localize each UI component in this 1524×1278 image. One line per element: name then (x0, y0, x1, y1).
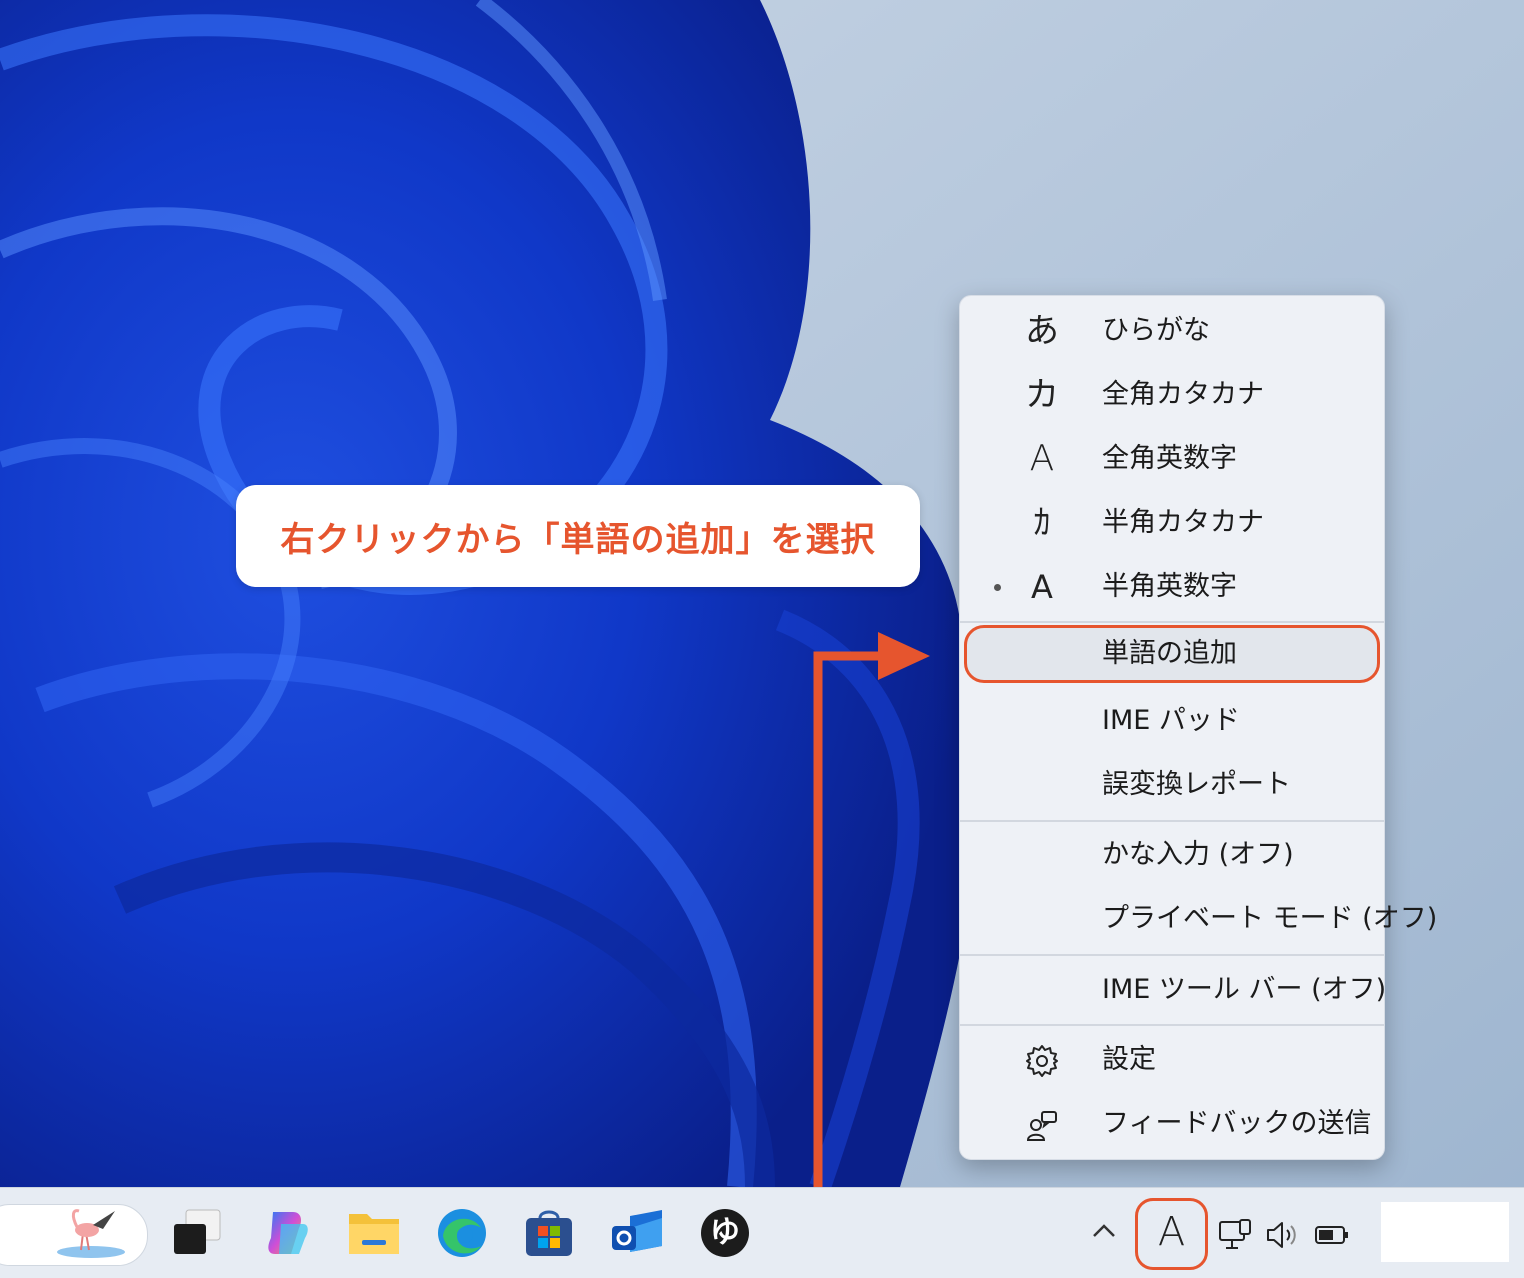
ime-context-menu: あ ひらがな カ 全角カタカナ A 全角英数字 ｶ 半角カタカナ A 半角英数字… (959, 295, 1437, 1160)
flamingo-icon (57, 1209, 125, 1258)
feedback-icon (1025, 1096, 1059, 1152)
yu-app-icon[interactable]: ゆ (698, 1206, 752, 1260)
fullwidth-a-icon: A (1029, 438, 1055, 479)
halfwidth-katakana-icon: ｶ (1033, 503, 1051, 543)
menu-item-add-word[interactable]: 単語の追加 (960, 626, 1384, 682)
menu-item-ime-toolbar[interactable]: IME ツール バー (オフ) (960, 962, 1387, 1018)
menu-separator (960, 820, 1384, 822)
menu-item-label: かな入力 (オフ) (1102, 839, 1294, 870)
taskbar: ゆ A (0, 1187, 1524, 1278)
menu-item-halfwidth-alphanumeric[interactable]: A 半角英数字 (960, 559, 1384, 615)
menu-separator (960, 954, 1384, 956)
menu-item-halfwidth-katakana[interactable]: ｶ 半角カタカナ (960, 495, 1384, 551)
katakana-icon: カ (1025, 375, 1059, 415)
callout-text: 右クリックから「単語の追加」を選択 (280, 519, 876, 560)
menu-item-label: プライベート モード (オフ) (1102, 903, 1438, 934)
gear-icon (1025, 1032, 1059, 1088)
menu-item-label: ひらがな (1102, 315, 1210, 346)
menu-separator (960, 1024, 1384, 1026)
menu-item-private-mode[interactable]: プライベート モード (オフ) (960, 891, 1437, 947)
edge-icon[interactable] (435, 1206, 489, 1260)
menu-item-kana-input[interactable]: かな入力 (オフ) (960, 827, 1384, 883)
menu-item-fullwidth-alphanumeric[interactable]: A 全角英数字 (960, 431, 1384, 487)
menu-separator (960, 621, 1384, 623)
outlook-icon[interactable] (610, 1206, 664, 1260)
selected-bullet-icon (994, 584, 1001, 591)
menu-item-misconversion-report[interactable]: 誤変換レポート (960, 757, 1384, 813)
microsoft-store-icon[interactable] (522, 1206, 576, 1260)
menu-item-label: 半角英数字 (1102, 571, 1237, 602)
network-icon[interactable] (1218, 1218, 1252, 1256)
yu-app-glyph: ゆ (710, 1215, 740, 1250)
ime-mode-label: A (1157, 1209, 1186, 1255)
halfwidth-a-icon: A (1031, 568, 1053, 606)
clock-area-redacted[interactable] (1381, 1202, 1509, 1262)
show-hidden-icons-chevron[interactable] (1091, 1218, 1117, 1248)
menu-item-label: IME パッド (1102, 705, 1240, 736)
volume-icon[interactable] (1264, 1218, 1300, 1256)
menu-item-hiragana[interactable]: あ ひらがな (960, 303, 1384, 359)
menu-item-send-feedback[interactable]: フィードバックの送信 (960, 1096, 1384, 1152)
widgets-button[interactable] (0, 1204, 148, 1266)
menu-item-label: フィードバックの送信 (1102, 1108, 1372, 1139)
task-view-icon[interactable] (172, 1206, 226, 1260)
instruction-callout: 右クリックから「単語の追加」を選択 (236, 485, 920, 587)
menu-item-label: 誤変換レポート (1102, 769, 1291, 800)
menu-item-fullwidth-katakana[interactable]: カ 全角カタカナ (960, 367, 1384, 423)
ime-mode-indicator[interactable]: A (1135, 1198, 1208, 1270)
menu-item-settings[interactable]: 設定 (960, 1032, 1384, 1088)
battery-icon[interactable] (1314, 1218, 1350, 1256)
menu-item-ime-pad[interactable]: IME パッド (960, 693, 1384, 749)
hiragana-icon: あ (1025, 311, 1059, 351)
menu-item-label: 全角カタカナ (1102, 379, 1264, 410)
copilot-icon[interactable] (259, 1206, 313, 1260)
file-explorer-icon[interactable] (347, 1206, 401, 1260)
menu-item-label: 全角英数字 (1102, 443, 1237, 474)
menu-item-label: IME ツール バー (オフ) (1102, 974, 1387, 1005)
menu-item-label: 単語の追加 (1102, 638, 1237, 669)
menu-item-label: 設定 (1102, 1044, 1156, 1075)
menu-item-label: 半角カタカナ (1102, 507, 1264, 538)
